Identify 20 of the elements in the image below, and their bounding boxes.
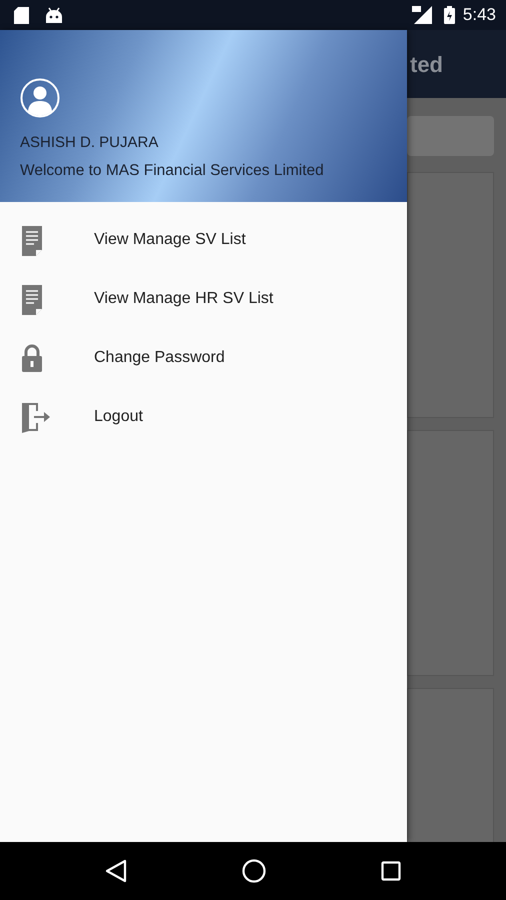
recents-icon[interactable] [380, 861, 401, 881]
exit-door-icon [20, 400, 50, 432]
clock-time: 5:43 [462, 4, 496, 26]
signal-icon [412, 6, 432, 24]
back-icon[interactable] [105, 859, 128, 883]
drawer-menu-item[interactable]: View Manage HR SV List [0, 269, 407, 328]
avatar-icon [20, 78, 60, 118]
lock-icon [20, 342, 44, 374]
user-name: ASHISH D. PUJARA [20, 133, 160, 154]
android-icon [45, 7, 63, 23]
app-title: ted [410, 50, 443, 78]
drawer-menu-item[interactable]: Logout [0, 387, 407, 446]
battery-icon [444, 6, 455, 24]
sd-card-icon [14, 6, 29, 24]
document-icon [20, 282, 44, 314]
welcome-text: Welcome to MAS Financial Services Limited [20, 160, 325, 181]
drawer-menu-item[interactable]: Change Password [0, 328, 407, 387]
home-icon[interactable] [242, 859, 266, 883]
document-icon [20, 224, 44, 256]
drawer-menu-item[interactable]: View Manage SV List [0, 210, 407, 269]
